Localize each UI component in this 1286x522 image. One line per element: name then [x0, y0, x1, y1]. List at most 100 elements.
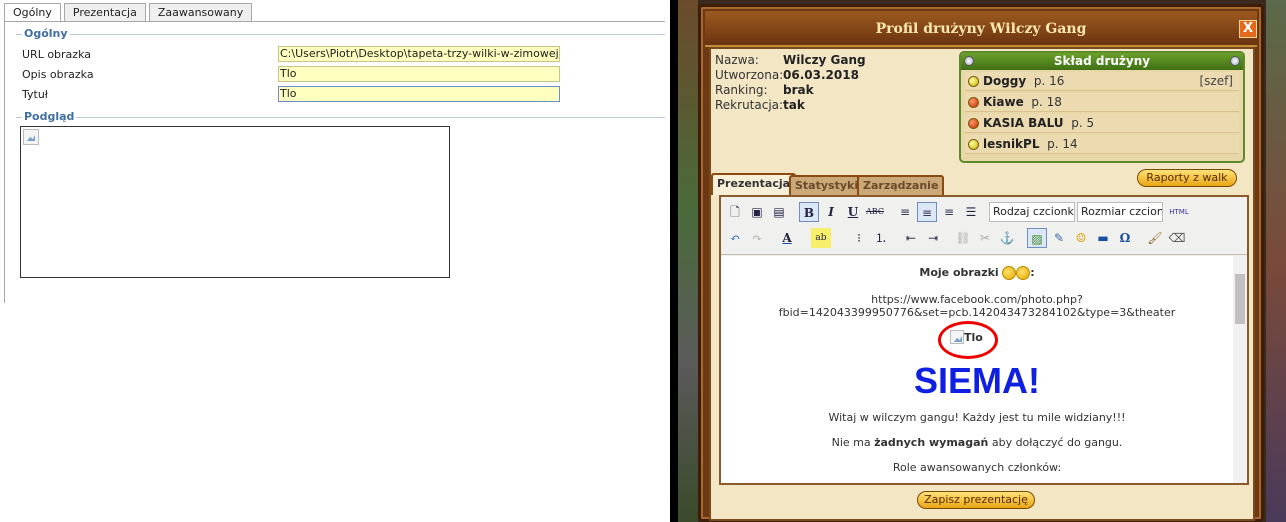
rich-text-editor: 🗋 ▣ ▤ B I U ABC ≡ ≡ ≡ ☰ Rodzaj czcionk R… — [719, 195, 1249, 485]
red-annotation-circle — [938, 321, 998, 359]
insert-image-icon[interactable]: ▨ — [1027, 228, 1047, 248]
background-left — [678, 0, 698, 522]
align-center-icon[interactable]: ≡ — [917, 202, 937, 222]
team-profile-dialog: Profil drużyny Wilczy Gang X Nazwa: Wilcz… — [698, 4, 1264, 522]
member-level: p. 5 — [1071, 116, 1095, 130]
editor-document[interactable]: Moje obrazki : https://www.facebook.com/… — [721, 256, 1233, 483]
text-color-icon[interactable]: A — [777, 228, 797, 248]
template-icon[interactable]: ▤ — [769, 202, 789, 222]
info-value: 06.03.2018 — [783, 68, 859, 82]
squad-member[interactable]: Doggy p. 16 [szef] — [965, 72, 1239, 91]
doc-heading: Moje obrazki : — [721, 266, 1233, 280]
unlink-icon[interactable]: ✂ — [975, 228, 995, 248]
member-role: [szef] — [1199, 74, 1233, 88]
info-created: Utworzona:06.03.2018 — [715, 68, 859, 82]
image-preview — [20, 126, 450, 278]
doc-para3: Role awansowanych członków: — [892, 461, 1062, 474]
doc-para2-bold: żadnych wymagań — [874, 436, 989, 449]
save-presentation-button[interactable]: Zapisz prezentację — [917, 491, 1035, 509]
title-input[interactable]: Tlo — [278, 86, 560, 102]
editor-toolbar: 🗋 ▣ ▤ B I U ABC ≡ ≡ ≡ ☰ Rodzaj czcionk R… — [721, 197, 1247, 255]
status-offline-icon — [968, 118, 979, 129]
strikethrough-icon[interactable]: ABC — [865, 202, 885, 222]
align-left-icon[interactable]: ≡ — [895, 202, 915, 222]
new-document-icon[interactable]: 🗋 — [725, 202, 745, 222]
highlight-color-icon[interactable]: ab — [811, 228, 831, 248]
redo-icon[interactable]: ↷ — [747, 228, 767, 248]
tab-presentation[interactable]: Prezentacja — [711, 173, 797, 195]
anchor-icon[interactable]: ⚓ — [997, 228, 1017, 248]
dialog-content: Nazwa: Wilczy Gang Utworzona:06.03.2018 R… — [709, 47, 1255, 521]
screenshot-divider — [670, 0, 678, 522]
close-button[interactable]: X — [1239, 20, 1257, 38]
align-right-icon[interactable]: ≡ — [939, 202, 959, 222]
doc-big-text: SIEMA! — [914, 360, 1040, 401]
squad-title: Skład drużyny — [961, 53, 1243, 70]
editor-scrollbar[interactable] — [1233, 256, 1247, 483]
font-family-select[interactable]: Rodzaj czcionk — [989, 202, 1075, 222]
status-offline-icon — [968, 97, 979, 108]
font-size-select[interactable]: Rozmiar czcion — [1077, 202, 1163, 222]
battle-reports-button[interactable]: Raporty z walk — [1137, 169, 1237, 187]
emoticon-icon[interactable]: ☺ — [1071, 228, 1091, 248]
info-ranking: Ranking: brak — [715, 83, 814, 97]
squad-member[interactable]: KASIA BALU p. 5 — [965, 114, 1239, 133]
bold-icon[interactable]: B — [799, 202, 819, 222]
doc-url-line1: https://www.facebook.com/photo.php? — [871, 293, 1083, 306]
bullet-list-icon[interactable]: ⁝ — [849, 228, 869, 248]
clean-format-icon[interactable]: 🖌 — [1145, 228, 1165, 248]
member-name: Doggy — [983, 74, 1027, 88]
info-value: brak — [783, 83, 814, 97]
scrollbar-thumb[interactable] — [1235, 274, 1245, 324]
member-name: Kiawe — [983, 95, 1024, 109]
status-online-icon — [968, 76, 979, 87]
tab-management[interactable]: Zarządzanie — [857, 175, 945, 195]
image-properties-panel: Ogólny Prezentacja Zaawansowany Ogólny U… — [0, 0, 670, 522]
preview-icon[interactable]: ▣ — [747, 202, 767, 222]
tab-advanced[interactable]: Zaawansowany — [148, 3, 253, 22]
italic-icon[interactable]: I — [821, 202, 841, 222]
numbered-list-icon[interactable]: ⒈ — [871, 228, 891, 248]
font-size-value: Rozmiar czcion — [1081, 205, 1163, 218]
squad-member[interactable]: Kiawe p. 18 — [965, 93, 1239, 112]
outdent-icon[interactable]: ⇤ — [901, 228, 921, 248]
doc-para2: Nie ma żadnych wymagań aby dołączyć do g… — [721, 436, 1233, 449]
tab-general[interactable]: Ogólny — [4, 3, 61, 23]
member-name: KASIA BALU — [983, 116, 1064, 130]
edit-image-icon[interactable]: ✎ — [1049, 228, 1069, 248]
doc-heading-suffix: : — [1030, 266, 1035, 279]
url-label: URL obrazka — [22, 48, 91, 61]
member-level: p. 16 — [1033, 74, 1065, 88]
html-source-button[interactable]: HTML — [1169, 202, 1189, 222]
description-label: Opis obrazka — [22, 68, 94, 81]
link-icon[interactable]: ⛓ — [953, 228, 973, 248]
wink-emoji-icon — [1016, 266, 1031, 280]
horizontal-rule-icon[interactable]: ▬ — [1093, 228, 1113, 248]
undo-icon[interactable]: ↶ — [725, 228, 745, 248]
special-char-icon[interactable]: Ω — [1115, 228, 1135, 248]
member-level: p. 14 — [1047, 137, 1078, 151]
info-label: Nazwa: — [715, 53, 759, 67]
align-justify-icon[interactable]: ☰ — [961, 202, 981, 222]
preview-legend: Podgląd — [22, 110, 77, 123]
description-input[interactable]: Tlo — [278, 66, 560, 82]
status-online-icon — [968, 139, 979, 150]
url-input[interactable]: C:\Users\Piotr\Desktop\tapeta-trzy-wilki… — [278, 46, 560, 62]
font-family-value: Rodzaj czcionk — [993, 205, 1074, 218]
doc-para1: Witaj w wilczym gangu! Każdy jest tu mil… — [828, 411, 1126, 424]
underline-icon[interactable]: U — [843, 202, 863, 222]
game-window: Profil drużyny Wilczy Gang X Nazwa: Wilcz… — [678, 0, 1286, 522]
broken-image-icon — [23, 129, 39, 145]
smile-emoji-icon — [1002, 266, 1017, 280]
eraser-icon[interactable]: ⌫ — [1167, 228, 1187, 248]
bolt-icon — [1230, 56, 1240, 66]
indent-icon[interactable]: ⇥ — [923, 228, 943, 248]
doc-heading-text: Moje obrazki — [919, 266, 999, 279]
general-legend: Ogólny — [22, 27, 70, 40]
tab-presentation[interactable]: Prezentacja — [63, 3, 146, 22]
info-value: tak — [783, 98, 805, 112]
doc-para2-post: aby dołączyć do gangu. — [988, 436, 1123, 449]
squad-member[interactable]: lesnikPL p. 14 — [965, 135, 1239, 154]
info-recruitment: Rekrutacja:tak — [715, 98, 805, 112]
tab-statistics[interactable]: Statystyki — [789, 175, 865, 195]
